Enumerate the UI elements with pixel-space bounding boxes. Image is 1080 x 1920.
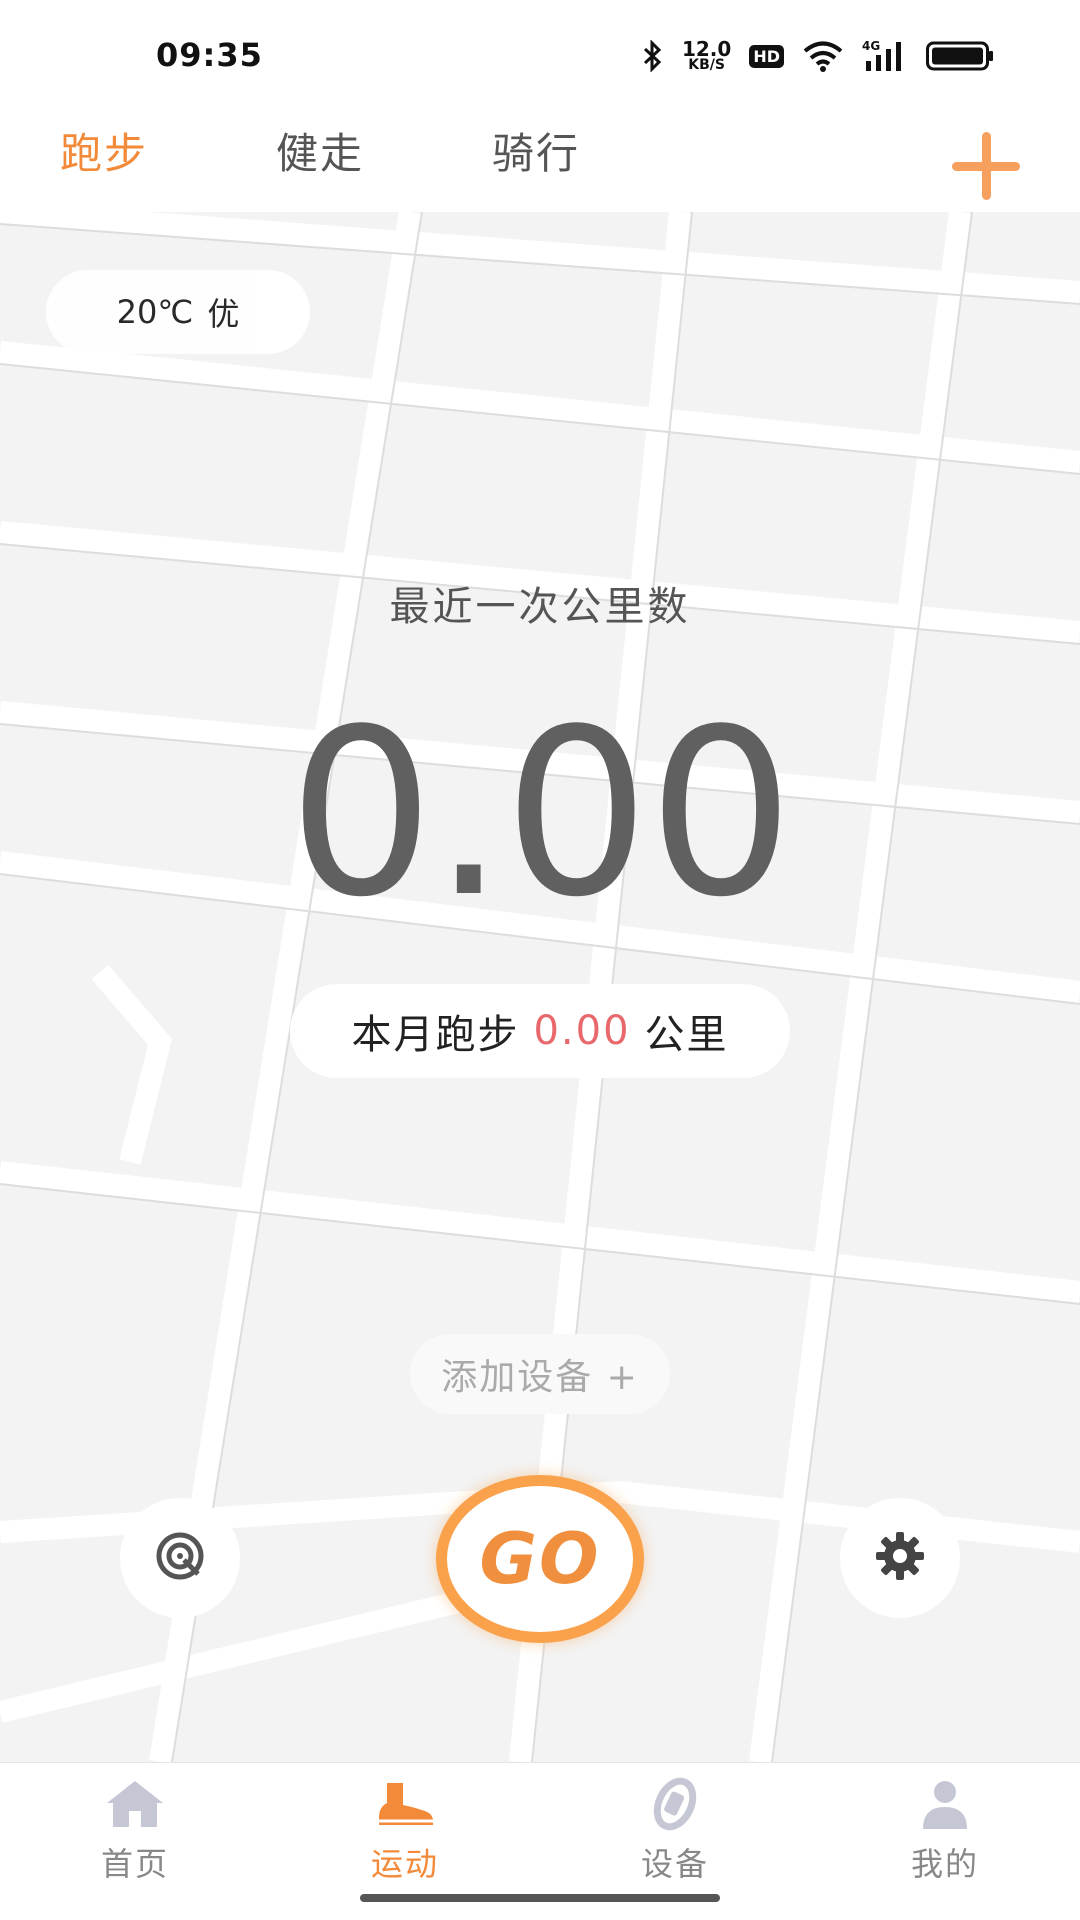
bluetooth-icon	[642, 40, 664, 72]
go-button[interactable]: GO	[436, 1475, 644, 1643]
air-quality: 优	[207, 295, 240, 333]
home-indicator[interactable]	[360, 1894, 720, 1902]
tab-walking[interactable]: 健走	[276, 120, 364, 181]
plus-icon[interactable]	[952, 132, 1020, 200]
nav-me[interactable]: 我的	[870, 1777, 1020, 1885]
hd-badge: HD	[749, 44, 784, 68]
go-label: GO	[479, 1518, 601, 1600]
band-icon	[643, 1777, 707, 1835]
user-icon	[913, 1777, 977, 1835]
month-value: 0.00	[533, 1008, 631, 1054]
tab-cycling[interactable]: 骑行	[492, 120, 580, 181]
gear-icon	[874, 1530, 926, 1586]
status-time: 09:35	[156, 36, 263, 74]
wifi-icon	[802, 40, 844, 72]
month-prefix: 本月跑步	[351, 1012, 520, 1058]
target-button[interactable]	[120, 1498, 240, 1618]
network-speed: 12.0 KB/S	[681, 37, 732, 73]
status-icons: 12.0 KB/S HD 4G	[642, 34, 994, 78]
svg-text:4G: 4G	[862, 39, 880, 53]
recent-distance-value: 0.00	[287, 681, 794, 948]
home-icon	[103, 1777, 167, 1835]
temperature: 20℃	[116, 293, 194, 331]
recent-distance-label: 最近一次公里数	[389, 584, 691, 630]
settings-button[interactable]	[840, 1498, 960, 1618]
nav-sport[interactable]: 运动	[330, 1777, 480, 1885]
status-bar: 09:35 12.0 KB/S HD 4G	[0, 0, 1080, 110]
add-device-button[interactable]: 添加设备 +	[410, 1334, 670, 1414]
weather-badge: 20℃ 优	[46, 270, 310, 354]
shoe-icon	[373, 1777, 437, 1835]
month-unit: 公里	[644, 1012, 729, 1058]
monthly-summary: 本月跑步 0.00 公里	[290, 984, 790, 1078]
sport-type-tabs: 跑步 健走 骑行	[0, 110, 1080, 212]
nav-device[interactable]: 设备	[600, 1777, 750, 1885]
battery-icon	[926, 41, 994, 71]
signal-icon: 4G	[862, 39, 908, 73]
target-icon	[154, 1530, 206, 1586]
nav-home[interactable]: 首页	[60, 1777, 210, 1885]
tab-running[interactable]: 跑步	[60, 120, 148, 181]
